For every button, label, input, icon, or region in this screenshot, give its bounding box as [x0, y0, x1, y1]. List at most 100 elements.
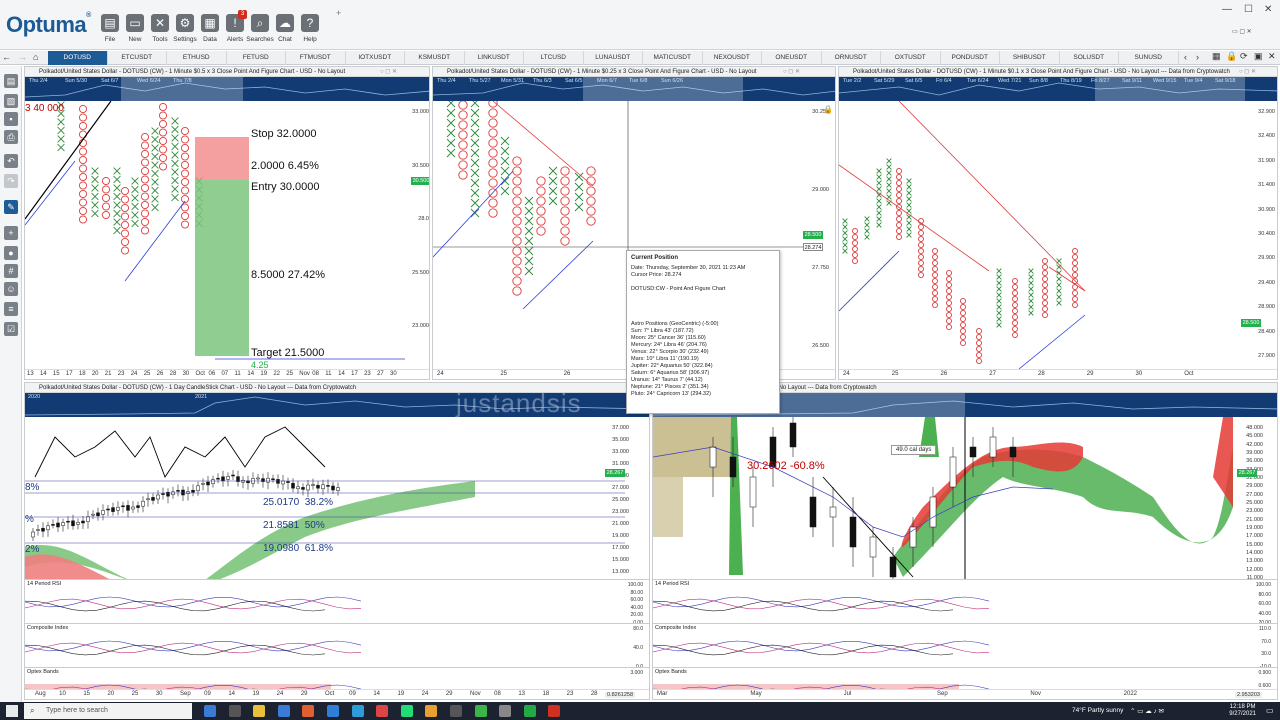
windows-start-icon[interactable]	[6, 705, 18, 717]
price-axis[interactable]: 48.00045.00042.00039.00036.00033.00031.0…	[1237, 417, 1265, 585]
tabs-scroll-right-icon[interactable]: ›	[1196, 52, 1199, 62]
save-icon[interactable]: ▪	[4, 112, 18, 126]
symbol-tab-pondusdt[interactable]: PONDUSDT	[941, 51, 1000, 65]
taskbar-app-icon[interactable]	[253, 705, 266, 717]
layers-icon[interactable]: ≡	[4, 302, 18, 316]
taskbar-app-icon[interactable]	[327, 705, 339, 717]
lock-icon[interactable]: 🔒	[1226, 51, 1237, 62]
crosshair-icon[interactable]: +	[4, 226, 18, 240]
pane-controls[interactable]: ○ ◻ ✕	[1239, 68, 1256, 75]
symbol-tab-maticusdt[interactable]: MATICUSDT	[643, 51, 703, 65]
taskbar-app-icon[interactable]	[400, 705, 413, 717]
time-tick: 24	[843, 371, 850, 377]
symbol-tab-linkusdt[interactable]: LINKUSDT	[465, 51, 524, 65]
time-axis[interactable]: Aug 10 15 20 25 30 Sep 09 14 19 24 29 Oct 09 14 19 24 29 N…	[25, 689, 649, 699]
layout-icon[interactable]: ▣	[1254, 51, 1263, 62]
pane-controls[interactable]: ○ ◻ ✕	[783, 68, 800, 75]
system-clock[interactable]: 12:18 PM 9/27/2021	[1229, 704, 1256, 718]
symbol-tab-ftmusdt[interactable]: FTMUSDT	[286, 51, 346, 65]
symbol-tab-oxtusdt[interactable]: OXTUSDT	[881, 51, 941, 65]
taskbar-app-icon[interactable]	[228, 705, 241, 717]
forward-arrow-icon[interactable]: →	[18, 52, 27, 62]
close-icon[interactable]: ✕	[1264, 4, 1272, 15]
symbol-tab-oneusdt[interactable]: ONEUSDT	[762, 51, 822, 65]
symbol-tab-shibusdt[interactable]: SHIBUSDT	[1000, 51, 1060, 65]
time-tick: Jul	[843, 691, 852, 697]
grid-layout-icon[interactable]: ▦	[1212, 51, 1221, 62]
home-icon[interactable]: ⌂	[33, 52, 38, 62]
taskbar-app-icon[interactable]	[450, 705, 462, 717]
taskbar-app-icon[interactable]	[351, 705, 364, 717]
chart-pane-daily-candles[interactable]: Polkadot/United States Dollar - DOTUSD (…	[24, 382, 650, 700]
weather-widget[interactable]: 74°F Partly sunny	[1072, 707, 1123, 714]
navigator-strip[interactable]: Thu 2/4 Thu 5/27 Mon 5/31 Thu 6/3 Sat 6/5 Mon…	[433, 77, 835, 101]
taskbar-app-icon[interactable]	[523, 705, 536, 717]
undo-icon[interactable]: ↶	[4, 154, 18, 168]
document-icon[interactable]: ▤	[4, 74, 18, 88]
time-axis[interactable]: Mar May Jul Sep Nov 2022	[653, 689, 1277, 699]
lock-tool-icon[interactable]: ●	[4, 246, 18, 260]
toolbar-expand-icon[interactable]: +	[336, 8, 341, 18]
symbol-tab-etcusdt[interactable]: ETCUSDT	[108, 51, 167, 65]
notifications-icon[interactable]: ▭	[1266, 706, 1274, 715]
maximize-icon[interactable]: ☐	[1244, 4, 1253, 15]
14-period-rsi-subpane[interactable]: 14 Period RSI100.0080.0060.0040.0020.00	[653, 579, 1277, 626]
symbol-tab-solusdt[interactable]: SOLUSDT	[1060, 51, 1119, 65]
person-icon[interactable]: ☺	[4, 282, 18, 296]
tooltip-line	[631, 293, 775, 300]
image-icon[interactable]: ▧	[4, 94, 18, 108]
composite-index-subpane[interactable]: Composite Index110.070.030.0-10.0	[653, 623, 1277, 670]
checklist-icon[interactable]: ☑	[4, 322, 18, 336]
symbol-tab-iotxusdt[interactable]: IOTXUSDT	[346, 51, 405, 65]
chart-pane-pnf-05[interactable]: Polkadot/United States Dollar - DOTUSD (…	[24, 66, 430, 380]
pnf-chart-area[interactable]	[25, 101, 430, 369]
taskbar-app-icon[interactable]	[425, 705, 438, 717]
symbol-tab-ornusdt[interactable]: ORNUSDT	[822, 51, 881, 65]
symbol-tab-sunusd[interactable]: SUNUSD	[1119, 51, 1179, 65]
symbol-tab-ltcusd[interactable]: LTCUSD	[524, 51, 584, 65]
taskbar-app-icon[interactable]	[277, 705, 290, 717]
price-axis[interactable]: 32.900 32.400 31.900 31.400 30.900 30.400 29.9…	[1249, 101, 1277, 369]
minimize-icon[interactable]: —	[1222, 4, 1232, 15]
candlestick-chart-area[interactable]	[653, 417, 1235, 585]
composite-index-subpane[interactable]: Composite Index80.040.00.0	[25, 623, 649, 670]
symbol-tab-ksmusdt[interactable]: KSMUSDT	[405, 51, 465, 65]
navigator-strip[interactable]: Tue 2/2 Sat 5/29 Sat 6/5 Fri 6/4 Tue 6/24 Wed…	[839, 77, 1277, 101]
chart-pane-weekly-candles[interactable]: USD - 1 Week CandleStick Chart - USD - N…	[652, 382, 1278, 700]
time-axis[interactable]: 24 25 26 27 28 29 30 Oct	[839, 369, 1277, 379]
pane-controls[interactable]: ○ ◻ ✕	[380, 68, 397, 75]
close-tab-icon[interactable]: ✕	[1268, 51, 1276, 62]
pnf-chart-area[interactable]	[839, 101, 1278, 369]
help-button[interactable]: ? Help	[298, 14, 322, 48]
navigator-strip[interactable]: Thu 2/4 Sun 5/30 Sat 6/7 Wed 6/24 Thu 7/8	[25, 77, 429, 101]
taskbar-app-icon[interactable]	[499, 705, 512, 717]
back-arrow-icon[interactable]: ←	[2, 52, 11, 62]
time-tick: 14	[247, 371, 255, 377]
redo-icon[interactable]: ↷	[4, 174, 18, 188]
pencil-icon[interactable]: ✎	[4, 200, 18, 214]
pnf-x-mark	[470, 118, 480, 128]
symbol-tab-nexousdt[interactable]: NEXOUSDT	[703, 51, 762, 65]
lock-icon[interactable]: 🔒	[823, 105, 833, 114]
14-period-rsi-subpane[interactable]: 14 Period RSI100.0080.0060.0040.0020.000…	[25, 579, 649, 626]
taskbar-app-icon[interactable]	[474, 705, 487, 717]
taskbar-app-icon[interactable]	[376, 705, 389, 717]
taskbar-app-icon[interactable]	[204, 705, 216, 717]
time-axis[interactable]: 13 14 15 17 18 20 21 23 24 25 26 28 30 Oct 06 07 11 14 19 2…	[25, 369, 429, 379]
price-axis[interactable]: 33.000 30.500 28.0 25.500 23.000	[403, 101, 429, 369]
window-mini-controls[interactable]: ▭ ▢ ✕	[1232, 28, 1252, 35]
symbol-tab-dotusd[interactable]: DOTUSD	[48, 51, 108, 65]
symbol-tab-fetusd[interactable]: FETUSD	[227, 51, 286, 65]
taskbar-app-icon[interactable]	[302, 705, 315, 717]
print-icon[interactable]: ⎙	[4, 130, 18, 144]
taskbar-app-icon[interactable]	[548, 705, 561, 717]
tray-icons[interactable]: ⌃ ▭ ☁ ♪ ✉	[1130, 707, 1164, 715]
tabs-scroll-left-icon[interactable]: ‹	[1184, 52, 1187, 62]
grid-icon[interactable]: #	[4, 264, 18, 278]
price-axis[interactable]: 37.00035.00033.00031.00029.00027.00025.0…	[603, 417, 631, 587]
refresh-icon[interactable]: ⟳	[1240, 51, 1248, 62]
taskbar-search-box[interactable]: ⌕ Type here to search	[24, 703, 192, 719]
chart-pane-pnf-01[interactable]: Polkadot/United States Dollar - DOTUSD (…	[838, 66, 1278, 380]
symbol-tab-lunausdt[interactable]: LUNAUSDT	[584, 51, 643, 65]
symbol-tab-ethusd[interactable]: ETHUSD	[167, 51, 227, 65]
